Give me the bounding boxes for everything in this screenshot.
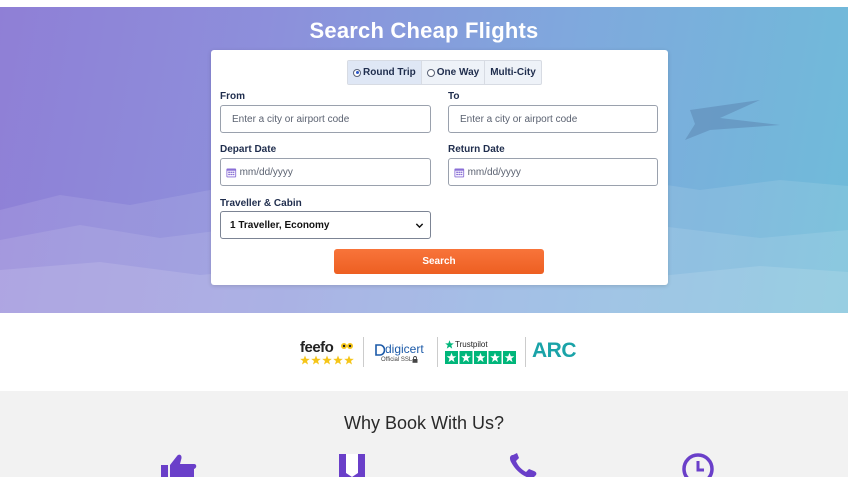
lock-icon (412, 356, 418, 363)
phone-icon (509, 453, 537, 477)
calendar-icon (454, 168, 465, 177)
to-label: To (448, 91, 460, 102)
from-field[interactable] (220, 105, 431, 133)
calendar-icon (226, 168, 237, 177)
digicert-logo-icon (375, 344, 385, 356)
traveller-cabin-label: Traveller & Cabin (220, 198, 302, 209)
feefo-logo-text: feefo (300, 339, 334, 356)
divider (437, 337, 438, 367)
return-date-input[interactable] (467, 166, 657, 178)
arc-logo: ARC (532, 339, 577, 362)
divider (525, 337, 526, 367)
multi-city-option[interactable]: Multi-City (484, 61, 541, 84)
trustpilot-badge: Trustpilot (445, 339, 517, 367)
depart-date-label: Depart Date (220, 144, 277, 155)
to-field[interactable] (448, 105, 658, 133)
trustpilot-stars-icon (445, 351, 516, 364)
multi-city-label: Multi-City (490, 67, 536, 78)
trust-badges: feefo digicert Official SSL Trustpilot A… (0, 313, 848, 391)
feefo-stars-icon (300, 355, 354, 365)
one-way-label: One Way (436, 67, 480, 78)
search-button[interactable]: Search (334, 249, 544, 274)
depart-date-field[interactable] (220, 158, 431, 186)
feefo-badge: feefo (300, 339, 356, 369)
trustpilot-star-icon (445, 340, 454, 349)
to-input[interactable] (460, 113, 657, 125)
chevron-down-icon (415, 223, 424, 229)
flight-search-form: Round Trip One Way Multi-City From To De… (211, 50, 668, 285)
from-label: From (220, 91, 245, 102)
traveller-cabin-value: 1 Traveller, Economy (230, 219, 330, 231)
page-title: Search Cheap Flights (309, 18, 539, 43)
from-input[interactable] (232, 113, 430, 125)
trip-type-selector: Round Trip One Way Multi-City (347, 60, 542, 85)
round-trip-option[interactable]: Round Trip (348, 61, 421, 84)
shield-icon (339, 454, 365, 477)
why-book-title: Why Book With Us? (343, 413, 505, 433)
hero-banner: Search Cheap Flights Round Trip One Way … (0, 0, 848, 313)
one-way-option[interactable]: One Way (420, 61, 484, 84)
depart-date-input[interactable] (239, 166, 430, 178)
trustpilot-logo-text: Trustpilot (455, 340, 488, 349)
digicert-subtext: Official SSL (381, 357, 413, 363)
feefo-eyes-icon (341, 343, 353, 349)
clock-icon (682, 453, 714, 477)
round-trip-label: Round Trip (363, 67, 416, 78)
radio-unchecked-icon (426, 68, 435, 77)
return-date-label: Return Date (448, 144, 505, 155)
traveller-cabin-select[interactable]: 1 Traveller, Economy (220, 211, 431, 239)
digicert-logo-text: digicert (385, 342, 424, 356)
thumbs-up-icon (161, 454, 197, 477)
why-book-section: Why Book With Us? (0, 391, 848, 477)
top-strip (0, 0, 848, 7)
digicert-badge: digicert Official SSL (372, 341, 432, 367)
divider (363, 337, 364, 367)
radio-checked-icon (353, 68, 361, 77)
return-date-field[interactable] (448, 158, 658, 186)
